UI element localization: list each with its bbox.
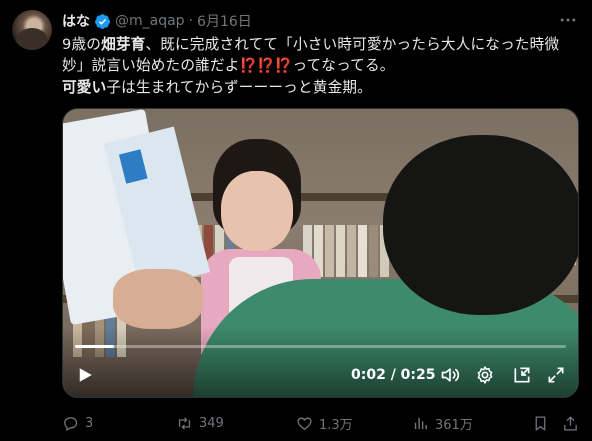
like-button[interactable]: 1.3万 (296, 414, 353, 433)
fullscreen-button[interactable] (545, 363, 567, 387)
bookmark-button[interactable] (532, 415, 549, 432)
separator-dot: · (188, 13, 194, 29)
reply-button[interactable]: 3 (62, 415, 93, 432)
play-button[interactable] (73, 363, 97, 387)
video-progress-bar[interactable] (75, 345, 566, 348)
share-icon (564, 415, 577, 431)
retweet-count: 349 (199, 415, 224, 431)
reply-count: 3 (85, 415, 94, 431)
heart-icon (297, 417, 312, 430)
retweet-icon (178, 416, 191, 430)
verified-badge-icon (95, 13, 110, 29)
tweet-text: 9歳の畑芽育、既に完成されてて「小さい時可愛かったら大人になった時微 妙」説言い… (62, 34, 582, 98)
video-player[interactable]: 0:02 / 0:25 (62, 108, 579, 398)
reply-icon (64, 416, 78, 431)
tweet-date[interactable]: 6月16日 (197, 11, 252, 31)
share-button[interactable] (562, 415, 579, 432)
play-icon (79, 368, 92, 382)
view-count: 361万 (435, 417, 473, 433)
retweet-button[interactable]: 349 (176, 415, 224, 432)
video-time: 0:02 / 0:25 (351, 367, 436, 383)
bookmark-icon (535, 415, 546, 431)
video-progress-fill (75, 345, 115, 348)
tweet-text-line-2: 妙」説言い始めたの誰だよ⁉️⁉️⁉️ってなってる。 (62, 57, 395, 74)
settings-button[interactable] (474, 363, 496, 387)
like-count: 1.3万 (319, 417, 353, 433)
bar-chart-icon (414, 417, 427, 429)
tweet-actions: 3 349 1.3万 361万 (62, 412, 578, 434)
tweet-text-line-1: 9歳の畑芽育、既に完成されてて「小さい時可愛かったら大人になった時微 (62, 36, 560, 53)
interrobang-emoji: ⁉️⁉️⁉️ (239, 58, 293, 74)
volume-button[interactable] (439, 363, 461, 387)
tweet-header: はな @m_aqap · 6月16日 (62, 11, 252, 31)
views-button[interactable]: 361万 (412, 414, 473, 433)
tweet-text-line-3: 可愛い子は生まれてからずーーーっと黄金期。 (62, 79, 372, 96)
video-frame (63, 109, 578, 397)
more-options-icon[interactable] (558, 10, 578, 30)
display-name[interactable]: はな (62, 11, 90, 31)
fullscreen-icon (548, 367, 564, 383)
picture-in-picture-icon (514, 367, 530, 383)
picture-in-picture-button[interactable] (511, 363, 533, 387)
gear-icon (477, 366, 493, 384)
handle[interactable]: @m_aqap (115, 13, 185, 29)
volume-icon (441, 368, 460, 382)
bold-name: 畑芽育 (101, 36, 146, 53)
avatar[interactable] (12, 10, 52, 50)
